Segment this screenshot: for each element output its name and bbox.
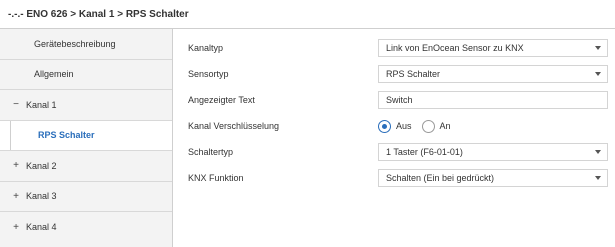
collapse-icon[interactable]: − — [6, 99, 26, 110]
dropdown-caret-icon — [595, 46, 601, 50]
sidebar-item-kanal-4[interactable]: + Kanal 4 — [0, 212, 172, 243]
sidebar-item-geraetebeschreibung[interactable]: Gerätebeschreibung — [0, 29, 172, 60]
sidebar-item-kanal-1[interactable]: − Kanal 1 — [0, 90, 172, 121]
schaltertyp-select[interactable]: 1 Taster (F6-01-01) — [378, 143, 608, 161]
radio-aus[interactable]: Aus — [378, 119, 412, 133]
param-label: Kanaltyp — [188, 43, 224, 53]
sidebar-item-label: Kanal 3 — [26, 191, 57, 202]
param-label: Angezeigter Text — [188, 95, 255, 105]
select-value: 1 Taster (F6-01-01) — [386, 147, 463, 157]
sidebar-nav: Gerätebeschreibung Allgemein − Kanal 1 R… — [0, 29, 173, 247]
select-value: RPS Schalter — [386, 69, 441, 79]
sidebar-item-kanal-2[interactable]: + Kanal 2 — [0, 151, 172, 182]
param-row-verschluesselung: Kanal Verschlüsselung Aus An — [174, 115, 615, 137]
sidebar-item-label: RPS Schalter — [38, 130, 95, 141]
expand-icon[interactable]: + — [6, 160, 26, 171]
verschluesselung-radio-group: Aus An — [378, 119, 461, 133]
radio-unchecked-icon — [421, 119, 435, 133]
sidebar-item-label: Kanal 2 — [26, 160, 57, 171]
angezeigter-text-input[interactable]: Switch — [378, 91, 608, 109]
sidebar-item-label: Kanal 4 — [26, 222, 57, 233]
radio-label: Aus — [396, 121, 412, 131]
sensortyp-select[interactable]: RPS Schalter — [378, 65, 608, 83]
dropdown-caret-icon — [595, 150, 601, 154]
sidebar-item-kanal-3[interactable]: + Kanal 3 — [0, 182, 172, 212]
kanaltyp-select[interactable]: Link von EnOcean Sensor zu KNX — [378, 39, 608, 57]
sidebar-item-label: Gerätebeschreibung — [34, 38, 116, 49]
dropdown-caret-icon — [595, 176, 601, 180]
radio-an[interactable]: An — [421, 119, 451, 133]
param-row-schaltertyp: Schaltertyp 1 Taster (F6-01-01) — [174, 141, 615, 163]
radio-checked-icon — [378, 119, 391, 133]
select-value: Schalten (Ein bei gedrückt) — [386, 173, 495, 183]
param-label: Kanal Verschlüsselung — [188, 121, 280, 131]
dropdown-caret-icon — [595, 72, 601, 76]
radio-label: An — [439, 121, 451, 131]
param-row-sensortyp: Sensortyp RPS Schalter — [174, 63, 615, 85]
sidebar-item-allgemein[interactable]: Allgemein — [0, 60, 172, 90]
param-row-kanaltyp: Kanaltyp Link von EnOcean Sensor zu KNX — [174, 37, 615, 59]
sidebar-item-label: Allgemein — [34, 69, 74, 80]
sidebar-item-label: Kanal 1 — [26, 99, 57, 110]
expand-icon[interactable]: + — [6, 222, 26, 233]
window-title: -.-.- ENO 626 > Kanal 1 > RPS Schalter — [0, 0, 615, 29]
knx-funktion-select[interactable]: Schalten (Ein bei gedrückt) — [378, 169, 608, 187]
sidebar-item-rps-schalter[interactable]: RPS Schalter — [0, 120, 172, 151]
expand-icon[interactable]: + — [6, 191, 26, 202]
param-row-text: Angezeigter Text Switch — [174, 89, 615, 111]
param-label: KNX Funktion — [188, 173, 244, 183]
param-row-knx-funktion: KNX Funktion Schalten (Ein bei gedrückt) — [174, 167, 615, 189]
param-label: Schaltertyp — [188, 147, 234, 157]
parameter-panel: Kanaltyp Link von EnOcean Sensor zu KNX … — [174, 29, 615, 247]
input-value: Switch — [386, 95, 413, 105]
select-value: Link von EnOcean Sensor zu KNX — [386, 43, 524, 53]
param-label: Sensortyp — [188, 69, 229, 79]
